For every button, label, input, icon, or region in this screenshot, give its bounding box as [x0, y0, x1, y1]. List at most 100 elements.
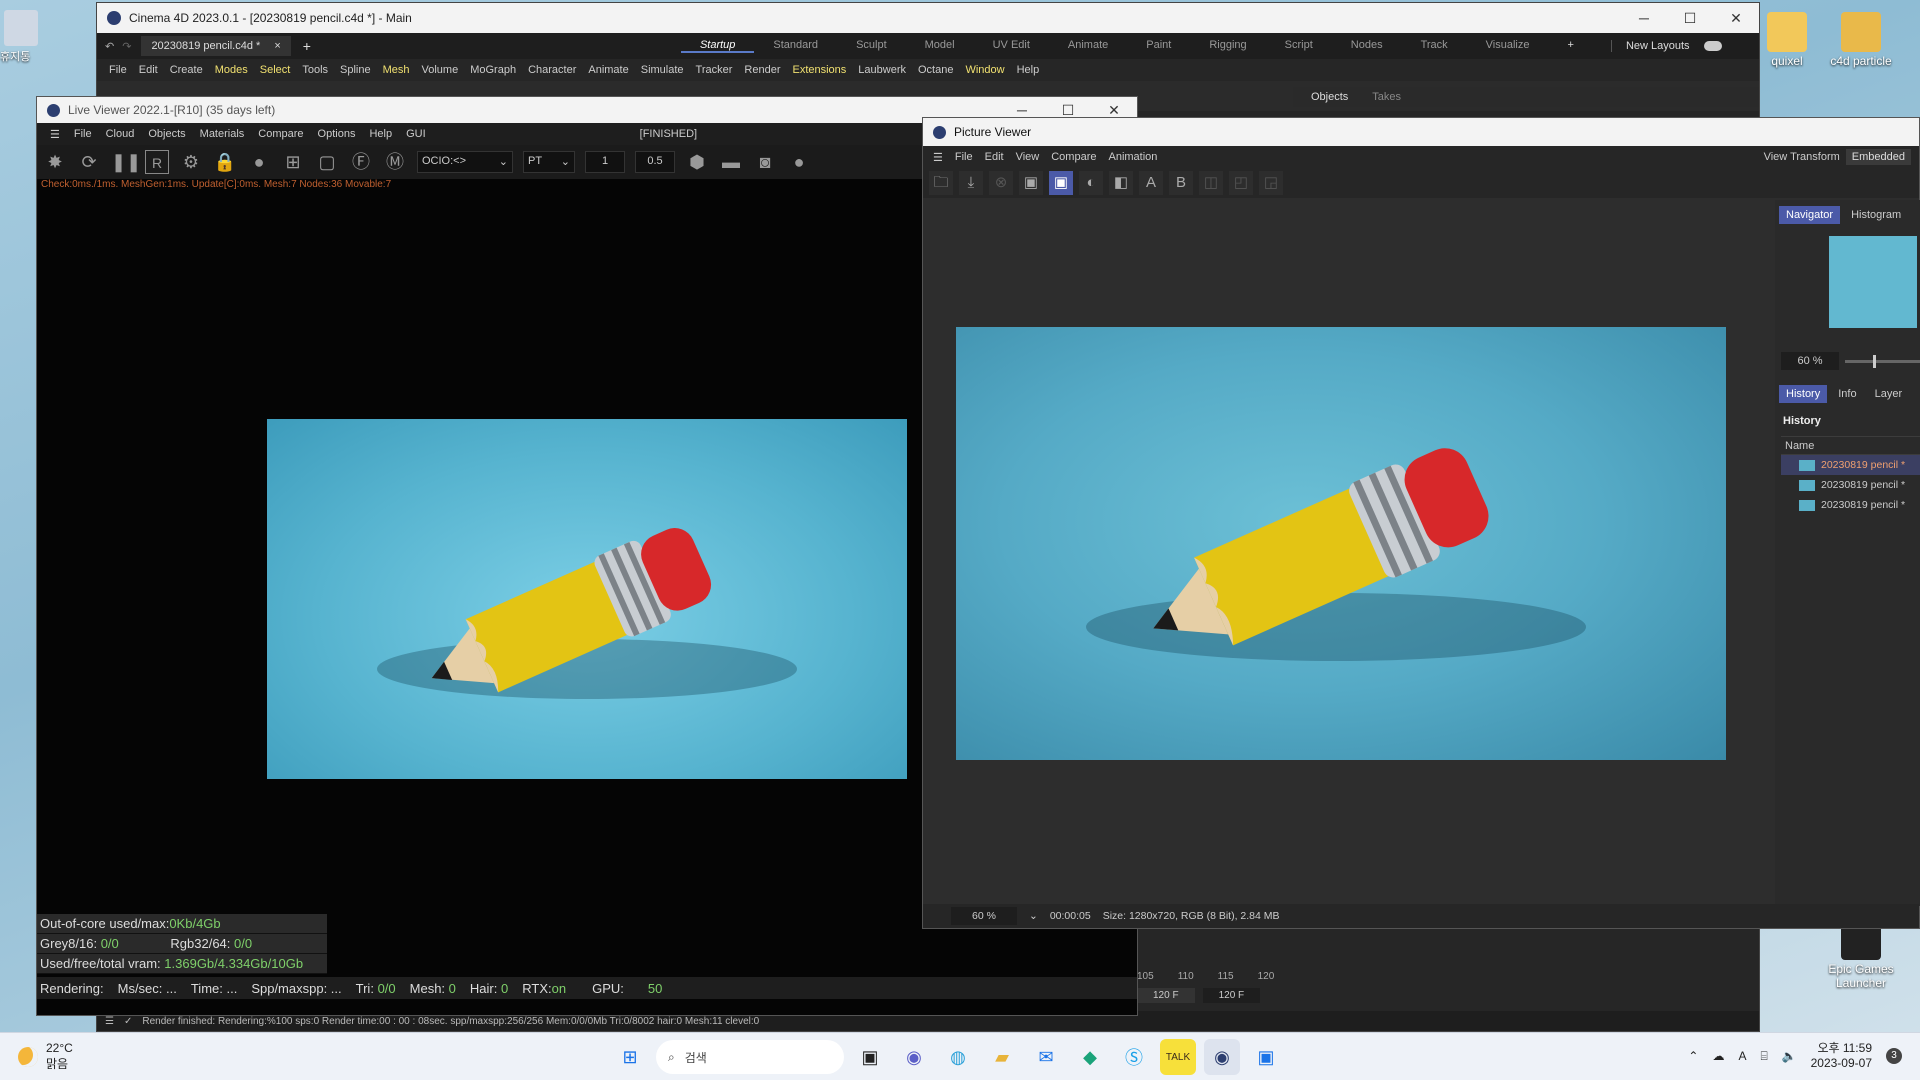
- view-transform-select[interactable]: Embedded: [1845, 149, 1911, 165]
- mail-icon[interactable]: ✉: [1028, 1039, 1064, 1075]
- rectangle-icon[interactable]: ▬: [719, 150, 743, 174]
- recycle-bin-icon[interactable]: [4, 10, 38, 46]
- circle-icon[interactable]: ●: [787, 150, 811, 174]
- value-field-2[interactable]: 0.5: [635, 151, 675, 173]
- kakaotalk-icon[interactable]: TALK: [1160, 1039, 1196, 1075]
- stop-icon[interactable]: ⊗: [989, 171, 1013, 195]
- menu-volume[interactable]: Volume: [416, 64, 465, 76]
- file-explorer-icon[interactable]: ▰: [984, 1039, 1020, 1075]
- menu-tools[interactable]: Tools: [296, 64, 334, 76]
- sphere-icon[interactable]: ●: [247, 150, 271, 174]
- menu-help[interactable]: Help: [1011, 64, 1046, 76]
- ime-indicator[interactable]: A: [1738, 1049, 1746, 1063]
- lv-menu-materials[interactable]: Materials: [193, 128, 252, 140]
- tab-navigator[interactable]: Navigator: [1779, 206, 1841, 224]
- export-icon[interactable]: ◲: [1259, 171, 1283, 195]
- lv-menu-cloud[interactable]: Cloud: [99, 128, 142, 140]
- lv-menu-help[interactable]: Help: [362, 128, 399, 140]
- chevron-up-icon[interactable]: ⌃: [1688, 1049, 1698, 1063]
- app-icon[interactable]: ▣: [1248, 1039, 1284, 1075]
- open-folder-icon[interactable]: 🗀: [929, 171, 953, 195]
- menu-extensions[interactable]: Extensions: [786, 64, 852, 76]
- close-icon[interactable]: ✕: [1713, 10, 1759, 27]
- notification-badge[interactable]: 3: [1886, 1048, 1902, 1064]
- picture-viewer-render-image[interactable]: [956, 327, 1726, 760]
- tab-history[interactable]: History: [1779, 385, 1828, 403]
- material-icon[interactable]: Ⓜ: [383, 150, 407, 174]
- set-b-icon[interactable]: B: [1169, 171, 1193, 195]
- lock-icon[interactable]: 🔒: [213, 150, 237, 174]
- focus-icon[interactable]: Ⓕ: [349, 150, 373, 174]
- set-a-icon[interactable]: A: [1139, 171, 1163, 195]
- tab-layer[interactable]: Layer: [1868, 385, 1910, 403]
- layout-toggle[interactable]: [1703, 41, 1722, 51]
- send-scene-icon[interactable]: ✸: [43, 150, 67, 174]
- tab-animate[interactable]: Animate: [1049, 39, 1127, 53]
- skype-icon[interactable]: Ⓢ: [1116, 1039, 1152, 1075]
- chevron-down-icon[interactable]: ⌄: [1029, 910, 1038, 922]
- menu-modes[interactable]: Modes: [209, 64, 254, 76]
- settings-gear-icon[interactable]: ⚙: [179, 150, 203, 174]
- navigator-thumbnail[interactable]: [1829, 236, 1917, 328]
- chat-icon[interactable]: ◉: [896, 1039, 932, 1075]
- history-row[interactable]: 20230819 pencil *: [1781, 495, 1920, 515]
- network-icon[interactable]: ⌸: [1760, 1049, 1767, 1064]
- picture-viewer-canvas[interactable]: [923, 200, 1775, 906]
- search-box[interactable]: ⌕ 검색: [656, 1040, 844, 1074]
- tab-paint[interactable]: Paint: [1127, 39, 1190, 53]
- tab-startup[interactable]: Startup: [680, 39, 755, 53]
- timeline[interactable]: 105 110 115 120 120 F 120 F: [1137, 933, 1437, 1013]
- region-icon[interactable]: ▣: [1049, 171, 1073, 195]
- region-render-icon[interactable]: R: [145, 150, 169, 174]
- kernel-select[interactable]: PT ⌄: [523, 151, 575, 173]
- menu-octane[interactable]: Octane: [912, 64, 959, 76]
- clay-mode-icon[interactable]: ▢: [315, 150, 339, 174]
- c4d-title-bar[interactable]: Cinema 4D 2023.0.1 - [20230819 pencil.c4…: [97, 3, 1759, 33]
- cloud-icon[interactable]: ☁: [1712, 1049, 1724, 1063]
- navigator-zoom-field[interactable]: 60 %: [1781, 352, 1839, 370]
- menu-create[interactable]: Create: [164, 64, 209, 76]
- menu-file[interactable]: File: [103, 64, 133, 76]
- tab-histogram[interactable]: Histogram: [1844, 206, 1908, 224]
- cinema4d-icon[interactable]: ◉: [1204, 1039, 1240, 1075]
- minimize-icon[interactable]: ─: [999, 102, 1045, 119]
- value-field-1[interactable]: 1: [585, 151, 625, 173]
- tab-track[interactable]: Track: [1402, 39, 1467, 53]
- tab-visualize[interactable]: Visualize: [1467, 39, 1549, 53]
- lv-menu-options[interactable]: Options: [311, 128, 363, 140]
- tab-model[interactable]: Model: [906, 39, 974, 53]
- history-row[interactable]: 20230819 pencil *: [1781, 455, 1920, 475]
- volume-icon[interactable]: 🔈: [1782, 1049, 1797, 1063]
- color-mode-icon[interactable]: ◐: [1079, 171, 1103, 195]
- menu-character[interactable]: Character: [522, 64, 582, 76]
- tab-objects[interactable]: Objects: [1311, 91, 1348, 103]
- fit-frame-icon[interactable]: ▣: [1019, 171, 1043, 195]
- maximize-icon[interactable]: ☐: [1667, 10, 1713, 27]
- zoom-field[interactable]: 60 %: [951, 907, 1017, 925]
- redo-icon[interactable]: ↷: [122, 40, 131, 53]
- app-icon[interactable]: ◆: [1072, 1039, 1108, 1075]
- lv-menu-compare[interactable]: Compare: [251, 128, 310, 140]
- frame-end-field[interactable]: 120 F: [1202, 988, 1261, 1003]
- desktop-icon-epic-games[interactable]: Epic Games Launcher: [1826, 920, 1896, 990]
- tab-rigging[interactable]: Rigging: [1190, 39, 1265, 53]
- lv-menu-objects[interactable]: Objects: [141, 128, 192, 140]
- minimize-icon[interactable]: ─: [1621, 10, 1667, 27]
- edge-icon[interactable]: ◍: [940, 1039, 976, 1075]
- swap-icon[interactable]: ◫: [1199, 171, 1223, 195]
- hamburger-icon[interactable]: ☰: [927, 151, 949, 164]
- pv-menu-animation[interactable]: Animation: [1102, 151, 1163, 163]
- menu-render[interactable]: Render: [738, 64, 786, 76]
- add-icon[interactable]: ⊞: [281, 150, 305, 174]
- tab-sculpt[interactable]: Sculpt: [837, 39, 906, 53]
- history-row[interactable]: 20230819 pencil *: [1781, 475, 1920, 495]
- pause-icon[interactable]: ❚❚: [111, 150, 141, 174]
- start-icon[interactable]: ⊞: [612, 1039, 648, 1075]
- pv-menu-compare[interactable]: Compare: [1045, 151, 1102, 163]
- tab-takes[interactable]: Takes: [1372, 91, 1401, 103]
- menu-tracker[interactable]: Tracker: [690, 64, 739, 76]
- pv-menu-file[interactable]: File: [949, 151, 979, 163]
- close-tab-icon[interactable]: ×: [274, 40, 280, 52]
- menu-laubwerk[interactable]: Laubwerk: [852, 64, 912, 76]
- lv-menu-file[interactable]: File: [67, 128, 99, 140]
